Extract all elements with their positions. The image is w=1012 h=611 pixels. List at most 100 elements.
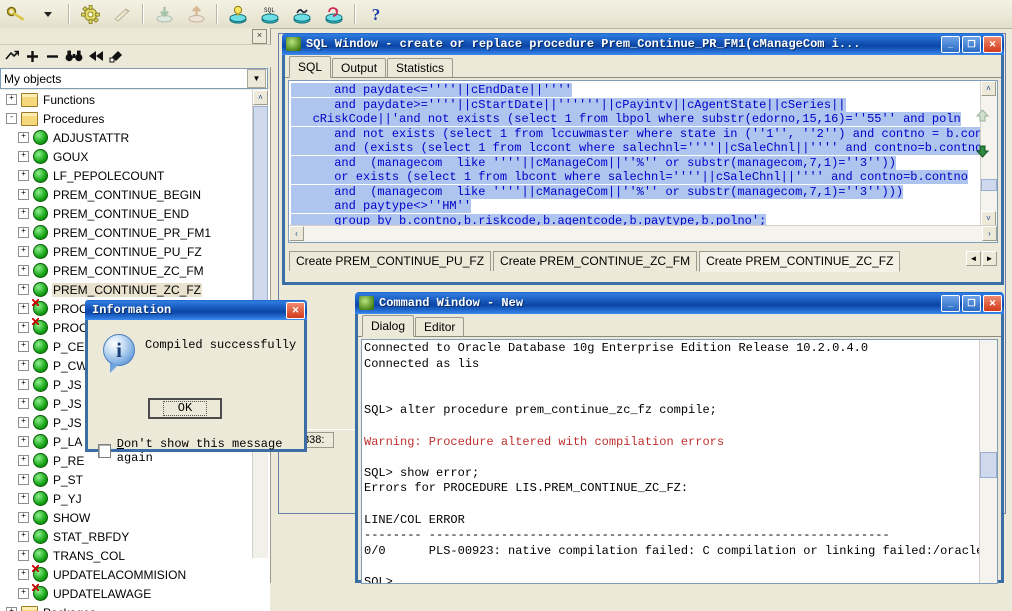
expand-toggle-icon[interactable]: +	[18, 151, 29, 162]
dont-show-again-row[interactable]: Don't show this message again	[98, 437, 304, 465]
nav-down-icon[interactable]	[973, 143, 991, 159]
expand-toggle-icon[interactable]: +	[18, 569, 29, 580]
expand-toggle-icon[interactable]: +	[18, 170, 29, 181]
sheet-scroll-right-button[interactable]: ►	[982, 251, 997, 266]
tree-scroll-up-button[interactable]: ˄	[253, 90, 268, 105]
tab-statistics[interactable]: Statistics	[387, 58, 453, 77]
expand-toggle-icon[interactable]: +	[18, 379, 29, 390]
tree-item-p-yj[interactable]: +P_YJ	[0, 489, 270, 508]
information-dialog-titlebar[interactable]: Information ✕	[85, 300, 307, 320]
expand-toggle-icon[interactable]: +	[18, 189, 29, 200]
expand-toggle-icon[interactable]: +	[18, 227, 29, 238]
tree-item-lf-pepolecount[interactable]: +LF_PEPOLECOUNT	[0, 166, 270, 185]
expand-toggle-icon[interactable]: +	[18, 398, 29, 409]
tree-item-prem-continue-pr-fm1[interactable]: +PREM_CONTINUE_PR_FM1	[0, 223, 270, 242]
collapse-icon[interactable]	[42, 47, 62, 65]
find-icon[interactable]	[62, 47, 86, 65]
sql-editor[interactable]: and paydate<=''''||cEndDate||'''' and pa…	[288, 80, 998, 243]
expand-toggle-icon[interactable]: +	[18, 341, 29, 352]
command-window-icon[interactable]	[287, 2, 317, 26]
recall-icon[interactable]	[319, 2, 349, 26]
close-button[interactable]: ✕	[286, 302, 305, 319]
tree-item-functions[interactable]: +Functions	[0, 90, 270, 109]
tree-item-goux[interactable]: +GOUX	[0, 147, 270, 166]
maximize-button[interactable]: ❐	[962, 36, 981, 53]
dropdown-arrow-icon[interactable]	[33, 2, 63, 26]
collapse-toggle-icon[interactable]: -	[6, 113, 17, 124]
sheet-scroll-left-button[interactable]: ◄	[966, 251, 981, 266]
expand-toggle-icon[interactable]: +	[18, 208, 29, 219]
tree-item-show[interactable]: +SHOW	[0, 508, 270, 527]
expand-toggle-icon[interactable]: +	[18, 132, 29, 143]
sql-scroll-left-button[interactable]: ‹	[289, 226, 304, 241]
sql-scroll-up-button[interactable]: ˄	[981, 81, 996, 96]
prev-icon[interactable]	[86, 47, 106, 65]
tree-item-trans-col[interactable]: +TRANS_COL	[0, 546, 270, 565]
chevron-down-icon[interactable]: ▼	[247, 69, 266, 88]
tree-item-updatelacommision[interactable]: +UPDATELACOMMISION	[0, 565, 270, 584]
test-window-icon[interactable]	[223, 2, 253, 26]
tab-editor[interactable]: Editor	[415, 317, 464, 336]
expand-toggle-icon[interactable]: +	[18, 550, 29, 561]
key-icon[interactable]	[1, 2, 31, 26]
expand-toggle-icon[interactable]: +	[18, 284, 29, 295]
sql-window-icon[interactable]: SQL	[255, 2, 285, 26]
browser-close-button[interactable]: ×	[252, 29, 267, 44]
filter-icon[interactable]	[106, 47, 126, 65]
maximize-button[interactable]: ❐	[962, 295, 981, 312]
expand-toggle-icon[interactable]: +	[18, 360, 29, 371]
sql-editor-hscrollbar[interactable]: ‹ ›	[289, 225, 997, 242]
expand-toggle-icon[interactable]: +	[18, 265, 29, 276]
expand-toggle-icon[interactable]: +	[6, 94, 17, 105]
expand-toggle-icon[interactable]: +	[6, 607, 17, 611]
sql-scroll-right-button[interactable]: ›	[982, 226, 997, 241]
expand-toggle-icon[interactable]: +	[18, 455, 29, 466]
sql-window-titlebar[interactable]: SQL Window - create or replace procedure…	[282, 33, 1004, 55]
sheet-tab[interactable]: Create PREM_CONTINUE_ZC_FM	[493, 251, 697, 271]
command-vscrollbar[interactable]	[979, 340, 997, 583]
tree-item-updatelawage[interactable]: +UPDATELAWAGE	[0, 584, 270, 603]
expand-toggle-icon[interactable]: +	[18, 436, 29, 447]
tree-item-prem-continue-zc-fm[interactable]: +PREM_CONTINUE_ZC_FM	[0, 261, 270, 280]
export-icon[interactable]	[181, 2, 211, 26]
tree-item-packages[interactable]: +Packages	[0, 603, 270, 611]
help-icon[interactable]: ?	[361, 2, 391, 26]
sheet-tab[interactable]: Create PREM_CONTINUE_ZC_FZ	[699, 251, 900, 272]
command-window-titlebar[interactable]: Command Window - New _ ❐ ✕	[355, 292, 1004, 314]
gear-icon[interactable]	[75, 2, 105, 26]
expand-toggle-icon[interactable]: +	[18, 493, 29, 504]
tree-item-procedures[interactable]: -Procedures	[0, 109, 270, 128]
minimize-button[interactable]: _	[941, 36, 960, 53]
expand-toggle-icon[interactable]: +	[18, 417, 29, 428]
expand-icon[interactable]	[22, 47, 42, 65]
tree-item-prem-continue-end[interactable]: +PREM_CONTINUE_END	[0, 204, 270, 223]
nav-up-icon[interactable]	[973, 107, 991, 123]
tab-sql[interactable]: SQL	[289, 56, 331, 78]
tab-dialog[interactable]: Dialog	[362, 315, 414, 337]
tree-item-stat-rbfdy[interactable]: +STAT_RBFDY	[0, 527, 270, 546]
plugin-icon[interactable]	[107, 2, 137, 26]
tree-item-prem-continue-zc-fz[interactable]: +PREM_CONTINUE_ZC_FZ	[0, 280, 270, 299]
import-icon[interactable]	[149, 2, 179, 26]
tree-item-adjustattr[interactable]: +ADJUSTATTR	[0, 128, 270, 147]
expand-toggle-icon[interactable]: +	[18, 512, 29, 523]
expand-toggle-icon[interactable]: +	[18, 531, 29, 542]
expand-toggle-icon[interactable]: +	[18, 588, 29, 599]
expand-toggle-icon[interactable]: +	[18, 303, 29, 314]
tree-item-prem-continue-begin[interactable]: +PREM_CONTINUE_BEGIN	[0, 185, 270, 204]
expand-toggle-icon[interactable]: +	[18, 474, 29, 485]
expand-toggle-icon[interactable]: +	[18, 246, 29, 257]
expand-toggle-icon[interactable]: +	[18, 322, 29, 333]
tab-output[interactable]: Output	[332, 58, 386, 77]
sql-code-text[interactable]: and paydate<=''''||cEndDate||'''' and pa…	[289, 81, 980, 226]
tree-item-prem-continue-pu-fz[interactable]: +PREM_CONTINUE_PU_FZ	[0, 242, 270, 261]
command-output-area[interactable]: Connected to Oracle Database 10g Enterpr…	[361, 339, 998, 584]
minimize-button[interactable]: _	[941, 295, 960, 312]
ok-button[interactable]: OK	[148, 398, 222, 419]
refresh-icon[interactable]	[2, 47, 22, 65]
sheet-tab[interactable]: Create PREM_CONTINUE_PU_FZ	[289, 251, 491, 271]
dont-show-again-checkbox[interactable]	[98, 444, 111, 458]
object-filter-select[interactable]: My objects ▼	[0, 68, 268, 89]
command-scroll-thumb[interactable]	[980, 452, 997, 478]
tree-item-p-st[interactable]: +P_ST	[0, 470, 270, 489]
